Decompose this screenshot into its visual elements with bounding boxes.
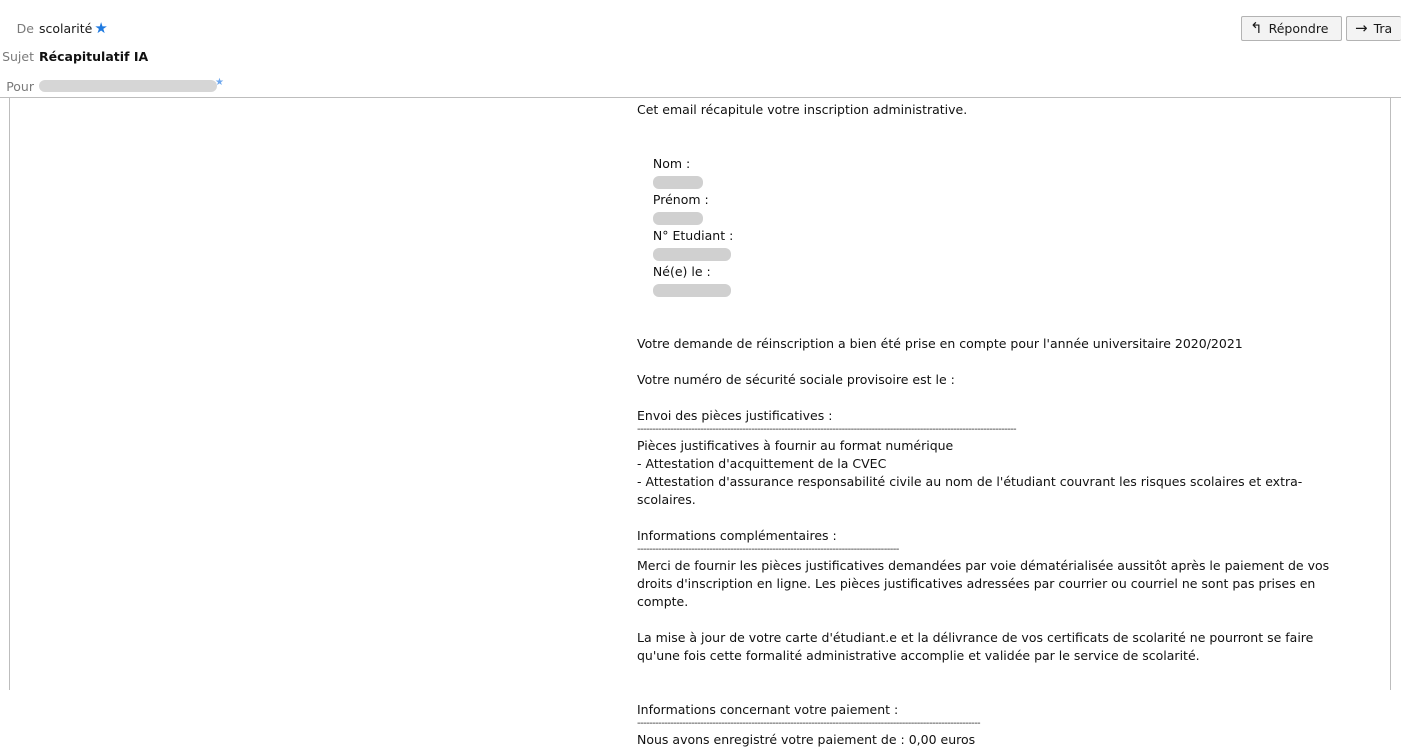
envoi-title: Envoi des pièces justificatives : [637,408,833,423]
to-row: Pour ★ [0,75,224,97]
from-name[interactable]: scolarité [39,21,92,36]
piece-1: - Attestation d'acquittement de la CVEC [637,456,887,471]
redacted-etudiant [652,248,731,261]
forward-label: Tra [1373,21,1393,36]
forward-icon: → [1355,19,1368,37]
separator-line: ----------------------------------------… [637,719,981,729]
redacted-prenom [652,212,703,225]
message-body: Cet email récapitule votre inscription a… [637,101,1357,749]
nom-label: Nom : [652,156,691,171]
forward-button[interactable]: → Tra [1346,16,1401,41]
subject-label: Sujet [2,48,34,64]
scrollbar[interactable] [1390,98,1401,690]
reply-icon: ↰ [1250,19,1263,37]
message-header: De scolarité ★ Sujet Récapitulatif IA Po… [0,0,1401,98]
intro-text: Cet email récapitule votre inscription a… [637,102,968,117]
star-icon: ★ [215,76,224,88]
pieces-title: Pièces justificatives à fournir au forma… [637,438,954,453]
infos-paragraph-1: Merci de fournir les pièces justificativ… [637,558,1334,609]
to-label: Pour [6,78,34,94]
star-icon[interactable]: ★ [94,20,107,36]
nele-label: Né(e) le : [652,264,711,279]
redacted-nom [652,176,703,189]
separator-line: ----------------------------------------… [637,545,899,555]
left-pane-border [0,98,10,690]
paiement-title: Informations concernant votre paiement : [637,702,899,717]
paiement-text: Nous avons enregistré votre paiement de … [637,732,976,747]
redacted-nele [652,284,731,297]
from-label: De [16,20,34,36]
separator-line: ----------------------------------------… [637,425,1017,435]
subject-text: Récapitulatif IA [39,48,149,64]
secu-text: Votre numéro de sécurité sociale proviso… [637,372,955,387]
infos-paragraph-2: La mise à jour de votre carte d'étudiant… [637,630,1318,663]
identity-line: Nom : Prénom : N° Etudiant : Né(e) le : [637,137,1357,317]
subject-row: Sujet Récapitulatif IA [0,45,148,67]
piece-2: - Attestation d'assurance responsabilité… [637,474,1303,507]
prenom-label: Prénom : [652,192,709,207]
from-row: De scolarité ★ [0,17,108,39]
redacted-recipient[interactable] [39,80,217,92]
etudiant-label: N° Etudiant : [652,228,734,243]
infos-title: Informations complémentaires : [637,528,837,543]
reinscription-text: Votre demande de réinscription a bien ét… [637,336,1243,351]
reply-button[interactable]: ↰ Répondre [1241,16,1342,41]
reply-label: Répondre [1268,21,1329,36]
